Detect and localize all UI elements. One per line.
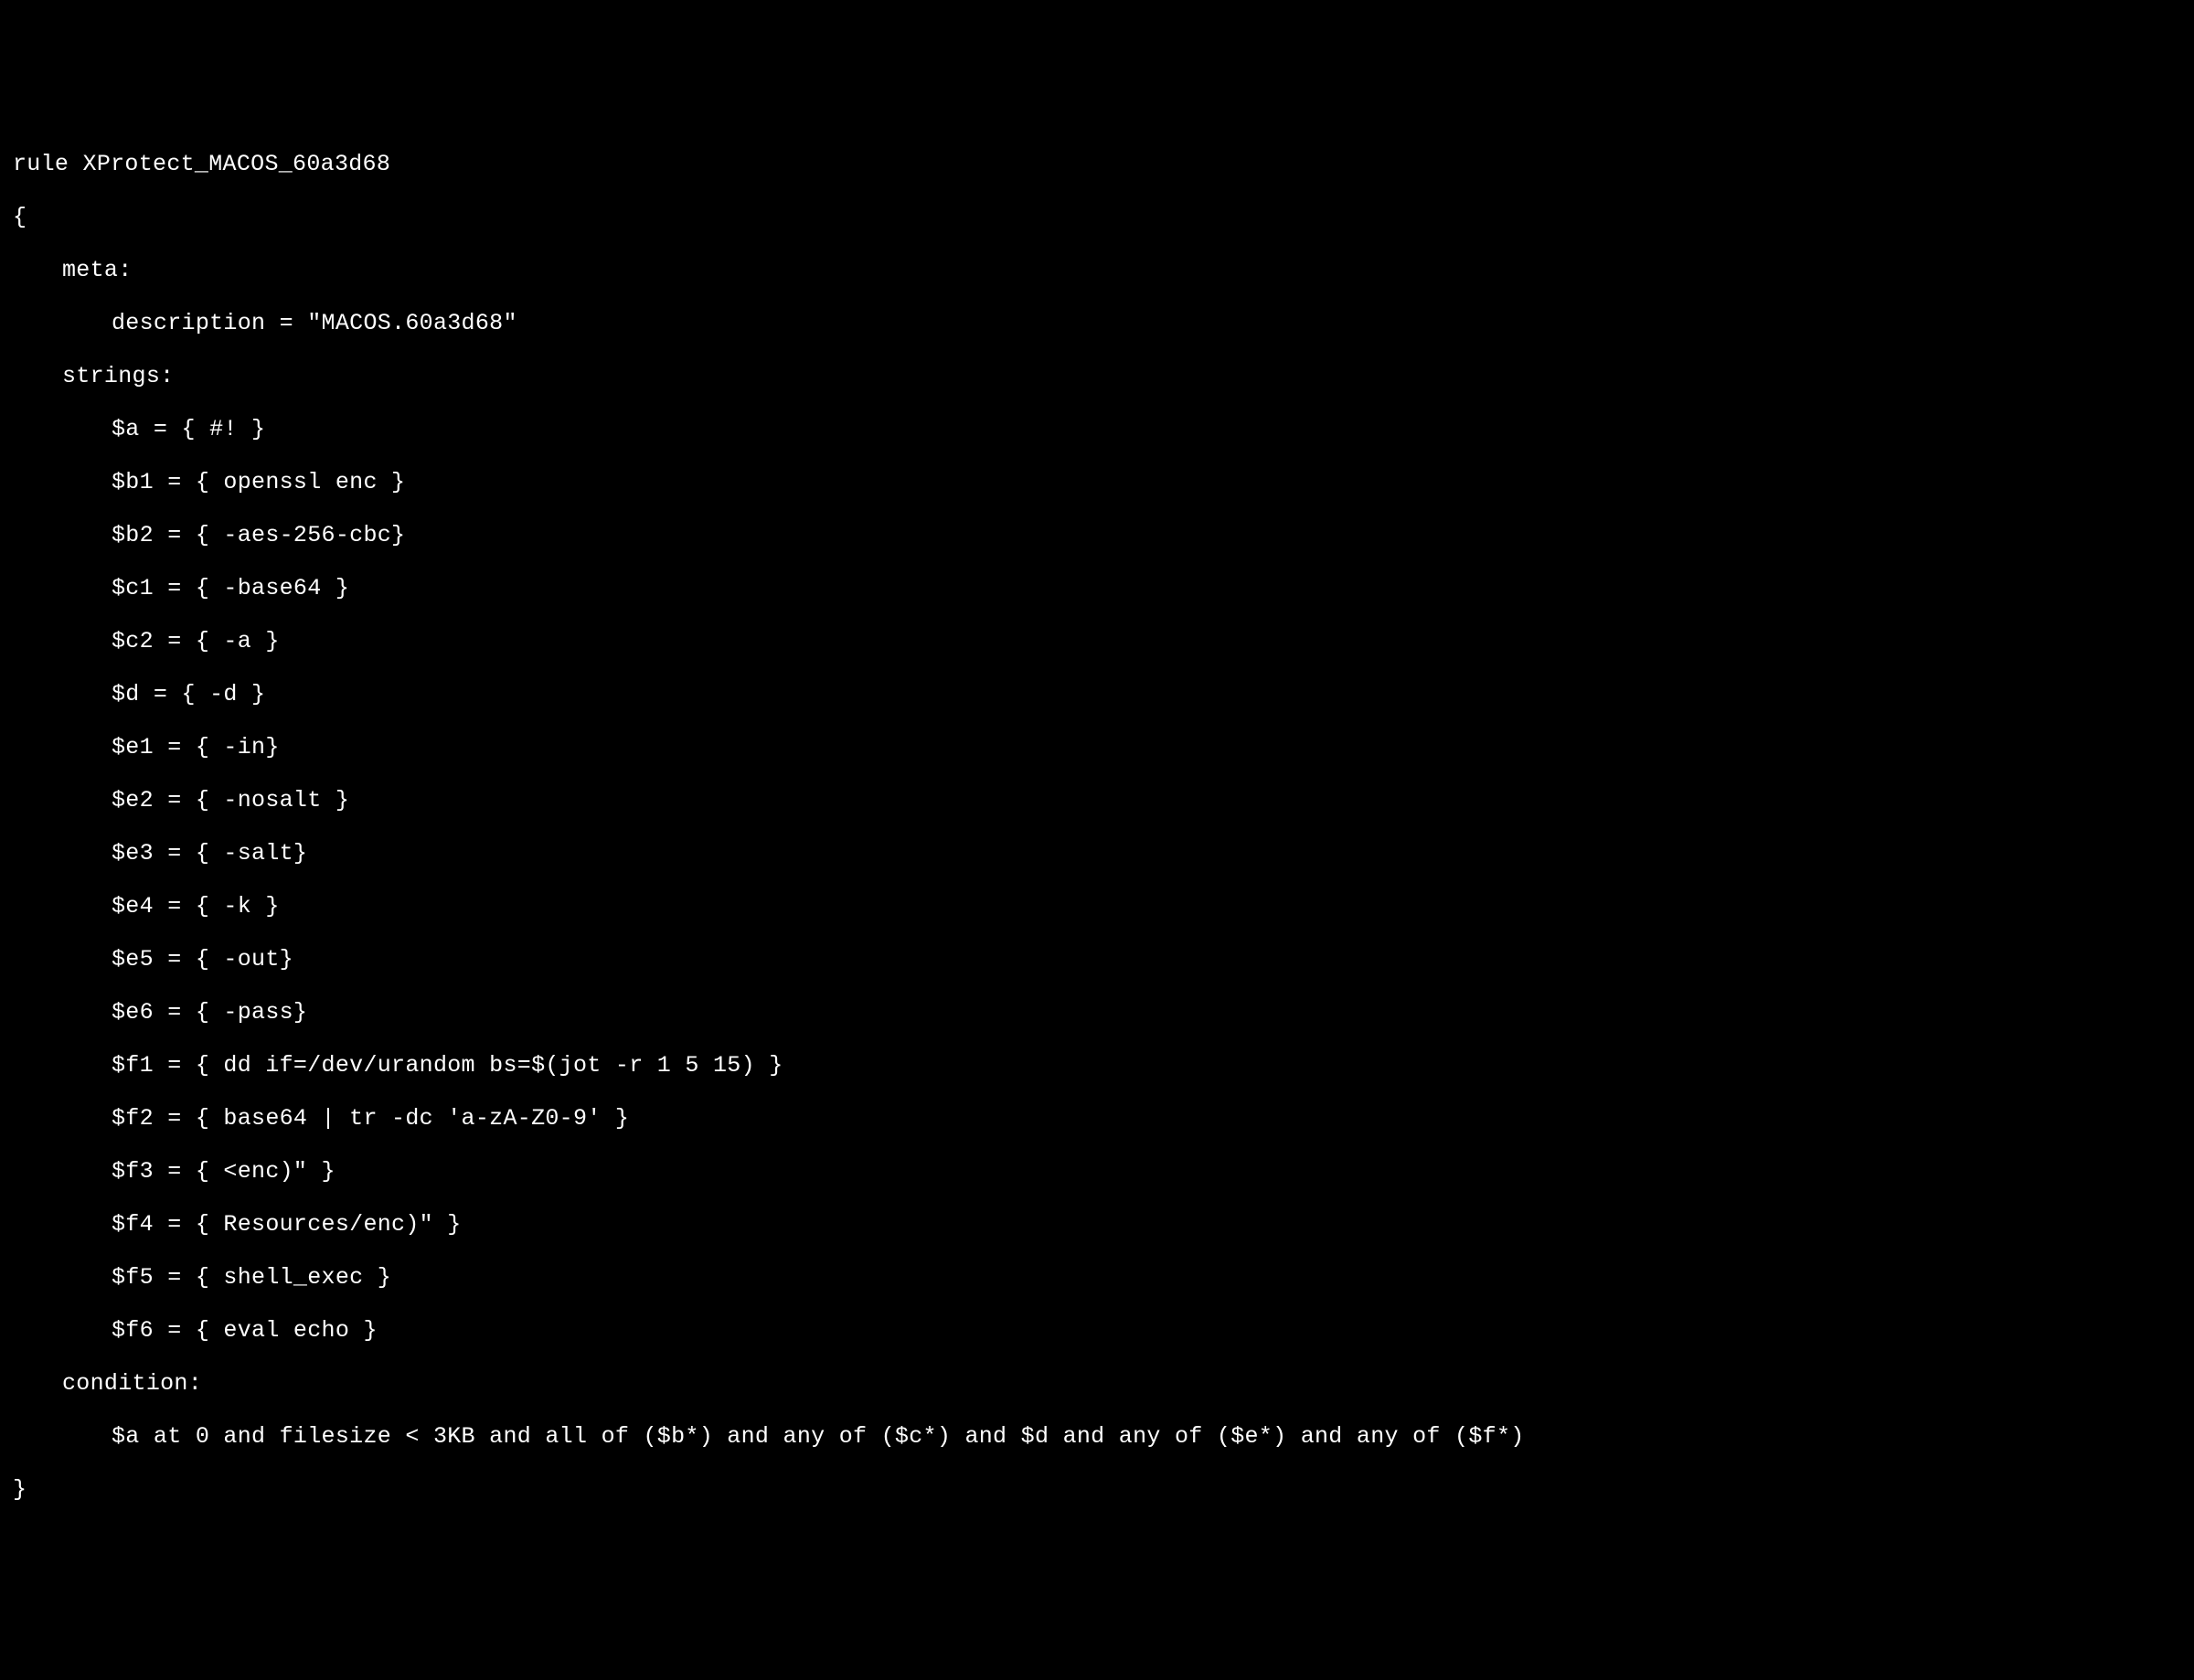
code-line-close-brace: } bbox=[13, 1476, 2181, 1503]
code-line-strings-keyword: strings: bbox=[13, 363, 2181, 389]
code-line-string-d: $d = { -d } bbox=[13, 681, 2181, 707]
code-line-meta-keyword: meta: bbox=[13, 257, 2181, 283]
code-line-description: description = "MACOS.60a3d68" bbox=[13, 310, 2181, 336]
code-line-string-c2: $c2 = { -a } bbox=[13, 628, 2181, 654]
code-line-string-c1: $c1 = { -base64 } bbox=[13, 575, 2181, 601]
yara-rule-code-block: rule XProtect_MACOS_60a3d68 { meta: desc… bbox=[13, 124, 2181, 1529]
code-line-string-f6: $f6 = { eval echo } bbox=[13, 1317, 2181, 1344]
code-line-string-f4: $f4 = { Resources/enc)" } bbox=[13, 1211, 2181, 1238]
code-line-string-e2: $e2 = { -nosalt } bbox=[13, 787, 2181, 813]
code-line-string-f2: $f2 = { base64 | tr -dc 'a-zA-Z0-9' } bbox=[13, 1105, 2181, 1132]
code-line-string-b1: $b1 = { openssl enc } bbox=[13, 469, 2181, 495]
code-line-string-e5: $e5 = { -out} bbox=[13, 946, 2181, 973]
code-line-string-e4: $e4 = { -k } bbox=[13, 893, 2181, 920]
code-line-condition-expr: $a at 0 and filesize < 3KB and all of ($… bbox=[13, 1423, 2181, 1450]
code-line-condition-keyword: condition: bbox=[13, 1370, 2181, 1397]
code-line-rule-declaration: rule XProtect_MACOS_60a3d68 bbox=[13, 151, 2181, 177]
code-line-string-e1: $e1 = { -in} bbox=[13, 734, 2181, 760]
code-line-string-b2: $b2 = { -aes-256-cbc} bbox=[13, 522, 2181, 548]
code-line-string-e6: $e6 = { -pass} bbox=[13, 999, 2181, 1026]
code-line-string-f5: $f5 = { shell_exec } bbox=[13, 1264, 2181, 1291]
code-line-string-f1: $f1 = { dd if=/dev/urandom bs=$(jot -r 1… bbox=[13, 1052, 2181, 1079]
code-line-string-a: $a = { #! } bbox=[13, 416, 2181, 442]
code-line-string-e3: $e3 = { -salt} bbox=[13, 840, 2181, 867]
code-line-string-f3: $f3 = { <enc)" } bbox=[13, 1158, 2181, 1185]
code-line-open-brace: { bbox=[13, 204, 2181, 230]
